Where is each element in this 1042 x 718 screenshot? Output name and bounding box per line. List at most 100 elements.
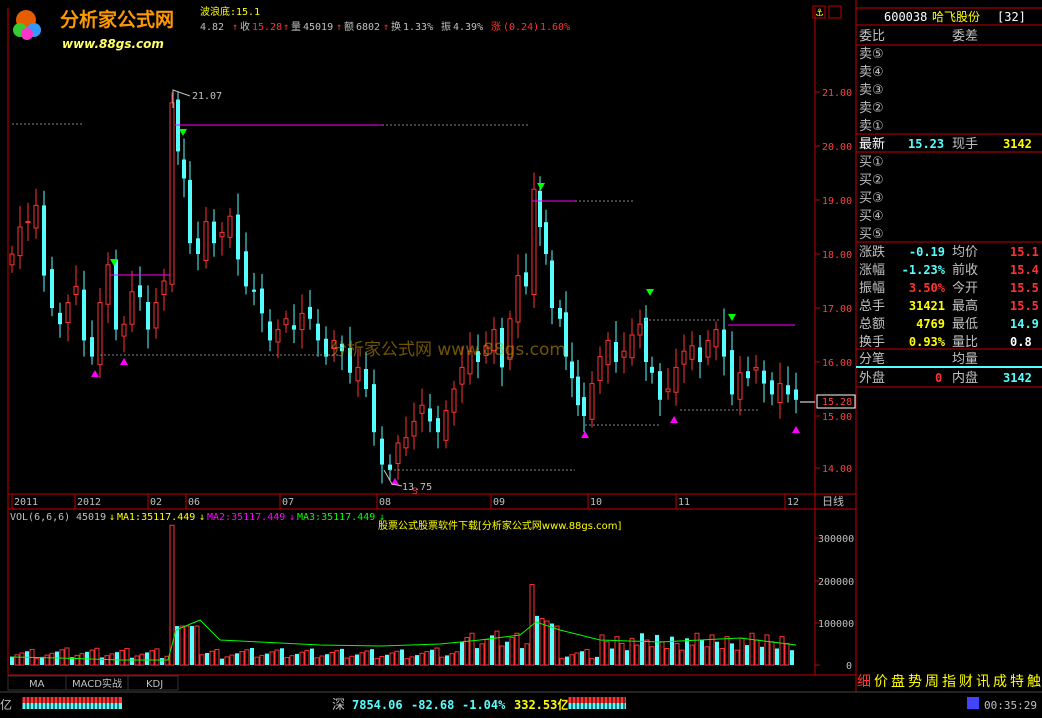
stat-value: 0.93% [909,335,946,349]
candle-body [637,323,643,336]
svg-text:涨: 涨 [491,21,501,33]
candle-body [570,361,574,379]
volume-tick: 200000 [818,577,854,588]
volume-bar [400,649,404,665]
volume-bar [655,634,659,665]
svg-text:↑: ↑ [283,22,289,33]
buy-levels: 买① 买② 买③ 买④ 买⑤ [859,155,884,242]
candle-body [722,329,726,357]
svg-text:MA1:35117.449: MA1:35117.449 [117,512,195,523]
svg-text:振: 振 [441,20,451,33]
volume-bar [295,653,299,665]
candle-body [597,356,603,381]
panel-tab[interactable]: 触 [1027,674,1041,690]
svg-text:均量: 均量 [952,352,978,367]
volume-bar [764,634,770,666]
candle-body [42,205,46,276]
index-pct: -1.04% [462,698,506,712]
price-tick: 19.00 [822,196,852,207]
svg-text:3142: 3142 [1003,371,1032,385]
volume-bar [334,650,340,666]
kline-chart-area[interactable]: 分析家公式网 www.88gs.com 波浪底:15.1 4.82 ↑ 收 15… [0,0,1042,718]
tab-ma[interactable]: MA [29,679,45,690]
panel-tab[interactable]: 盘 [891,673,905,690]
svg-text:↑: ↑ [383,22,389,33]
stat-value: 0.8 [1010,335,1032,349]
stat-value: 15.1 [1010,245,1039,259]
volume-bar [349,655,355,666]
candle-body [762,370,766,384]
candle-body [558,308,562,319]
tab-macd[interactable]: MACD实战 [72,677,122,690]
candle-body [227,215,233,238]
volume-bar [584,648,590,666]
volume-bar [449,653,455,666]
volume-bar [25,651,29,665]
svg-text:卖③: 卖③ [859,83,884,98]
svg-text:3142: 3142 [1003,137,1032,151]
volume-bar [310,648,314,665]
candle-body [451,388,457,413]
tab-kdj[interactable]: KDJ [146,679,163,690]
panel-tab[interactable]: 指 [942,674,956,690]
price-tick: 21.00 [822,88,852,99]
stat-value: 14.9 [1010,317,1039,331]
panel-tab[interactable]: 特 [1010,674,1024,690]
svg-text:MA3:35117.449: MA3:35117.449 [297,512,375,523]
panel-tab[interactable]: 势 [908,674,922,690]
candle-body [770,380,774,395]
candle-body [538,190,542,227]
candle-body [9,253,15,266]
candle-body [614,342,618,362]
stat-label: 涨跌 [859,244,885,260]
volume-bar [325,654,329,665]
volume-bar [460,641,464,665]
volume-bar [344,657,350,666]
volume-bar [734,649,740,666]
volume-bar [769,641,775,666]
volume-bar [235,653,239,665]
price-tick: 17.00 [822,304,852,315]
time-tick: 06 [188,497,200,508]
volume-bar [469,632,475,666]
candle-body [665,388,671,393]
svg-text:↑: ↑ [336,22,342,33]
candle-body [411,420,417,437]
svg-text:额: 额 [344,20,354,33]
volume-bar [724,636,730,666]
panel-tab[interactable]: 细 [857,674,871,690]
volume-bar [220,658,224,665]
volume-tick: 100000 [818,619,854,630]
candle-body [794,389,798,400]
panel-tab[interactable]: 财 [959,674,973,690]
volume-bar [79,653,85,666]
panel-tab[interactable]: 讯 [976,674,990,690]
volume-bar [554,625,560,666]
volume-bar [34,658,40,666]
logo-title: 分析家公式网 [60,8,174,31]
stat-label: 前收 [952,262,978,278]
svg-text:卖②: 卖② [859,101,884,116]
candle-body [324,338,328,357]
candle-body [388,464,392,470]
volume-bar [779,636,785,666]
svg-text:0: 0 [935,371,942,385]
panel-tab[interactable]: 成 [993,674,1007,690]
svg-text:MA2:35117.449: MA2:35117.449 [207,512,285,523]
amplitude-value: 4.39% [453,22,483,33]
candle-body [146,302,150,330]
volume-bar [775,648,779,665]
open-value: 4.82 [200,22,224,33]
panel-tab[interactable]: 周 [925,674,939,690]
time-tick: 09 [493,497,505,508]
latest-price: 15.23 [908,137,944,151]
svg-text:↓: ↓ [109,512,115,523]
volume-bar [194,625,200,666]
volume-bar [454,651,460,666]
volume-bar [190,626,194,665]
panel-tab[interactable]: 价 [874,674,888,690]
volume-bar [760,646,764,665]
volume-bar [314,657,320,666]
svg-text:现手: 现手 [952,137,978,152]
period-label[interactable]: 日线 [822,494,844,508]
